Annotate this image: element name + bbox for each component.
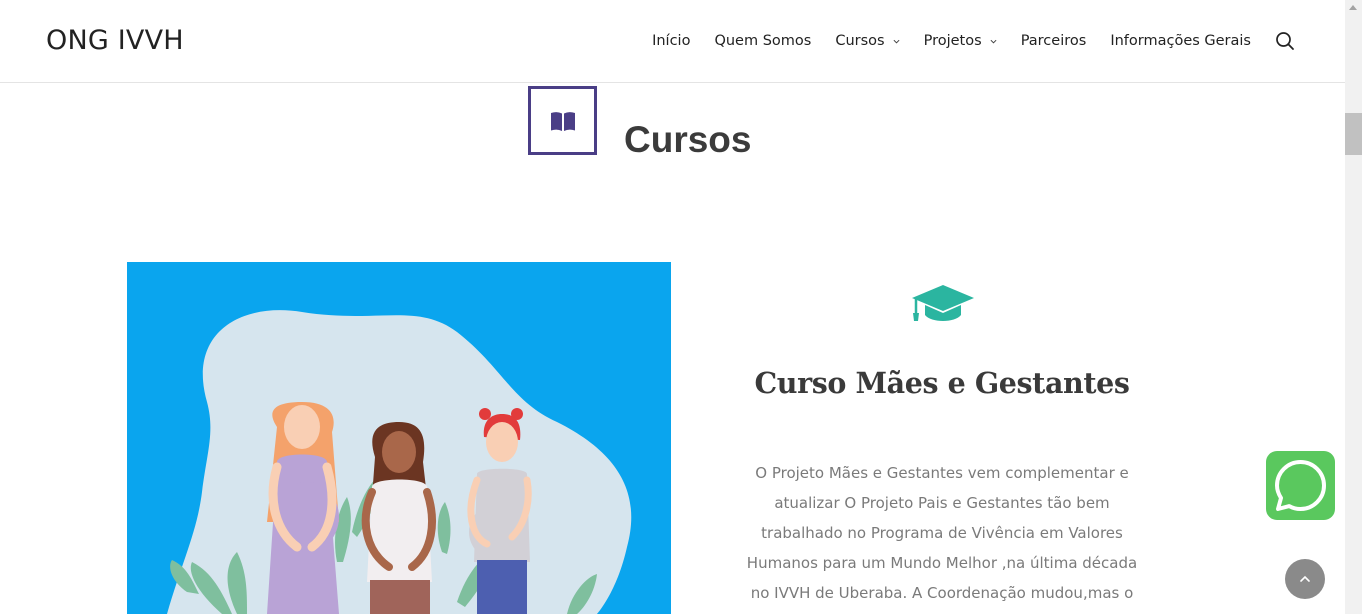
nav-item-projetos[interactable]: Projetos bbox=[924, 33, 997, 49]
search-icon[interactable] bbox=[1275, 31, 1295, 51]
course-illustration bbox=[127, 262, 671, 614]
nav-item-parceiros[interactable]: Parceiros bbox=[1021, 33, 1087, 49]
woman-2 bbox=[361, 422, 436, 614]
nav-item-inicio[interactable]: Início bbox=[652, 33, 690, 49]
chevron-down-icon bbox=[893, 39, 900, 44]
nav-label: Início bbox=[652, 33, 691, 49]
back-to-top-button[interactable] bbox=[1285, 559, 1325, 599]
nav-label: Informações Gerais bbox=[1110, 33, 1251, 49]
nav-label: Quem Somos bbox=[714, 33, 812, 49]
course-title: Curso Mães e Gestantes bbox=[754, 366, 1130, 400]
chevron-down-icon bbox=[990, 39, 997, 44]
whatsapp-button[interactable] bbox=[1266, 451, 1335, 520]
book-icon bbox=[551, 112, 575, 131]
site-logo[interactable]: ONG IVVH bbox=[46, 25, 184, 56]
chevron-up-icon bbox=[1300, 575, 1310, 582]
scroll-up-arrow[interactable] bbox=[1349, 5, 1357, 10]
nav-item-informacoes-gerais[interactable]: Informações Gerais bbox=[1110, 33, 1251, 49]
course-description: O Projeto Mães e Gestantes vem complemen… bbox=[746, 464, 1138, 602]
nav-item-cursos[interactable]: Cursos bbox=[835, 33, 900, 49]
page: ONG IVVH Início Quem Somos Cursos Projet… bbox=[0, 0, 1362, 614]
nav-item-quem-somos[interactable]: Quem Somos bbox=[714, 33, 811, 49]
nav-label: Projetos bbox=[923, 33, 982, 49]
main-nav: Início Quem Somos Cursos Projetos Parcei… bbox=[628, 31, 1295, 51]
nav-label: Cursos bbox=[835, 33, 885, 49]
section-icon-box bbox=[528, 86, 597, 155]
whatsapp-icon bbox=[1275, 460, 1326, 511]
site-header: ONG IVVH Início Quem Somos Cursos Projet… bbox=[0, 0, 1345, 83]
section-title: Cursos bbox=[624, 119, 752, 160]
nav-label: Parceiros bbox=[1020, 33, 1087, 49]
woman-1 bbox=[267, 402, 339, 614]
pregnant-women-illustration bbox=[167, 310, 632, 614]
page-scrollbar[interactable] bbox=[1345, 0, 1362, 614]
graduation-cap-icon bbox=[912, 285, 974, 321]
scrollbar-thumb[interactable] bbox=[1345, 113, 1362, 155]
